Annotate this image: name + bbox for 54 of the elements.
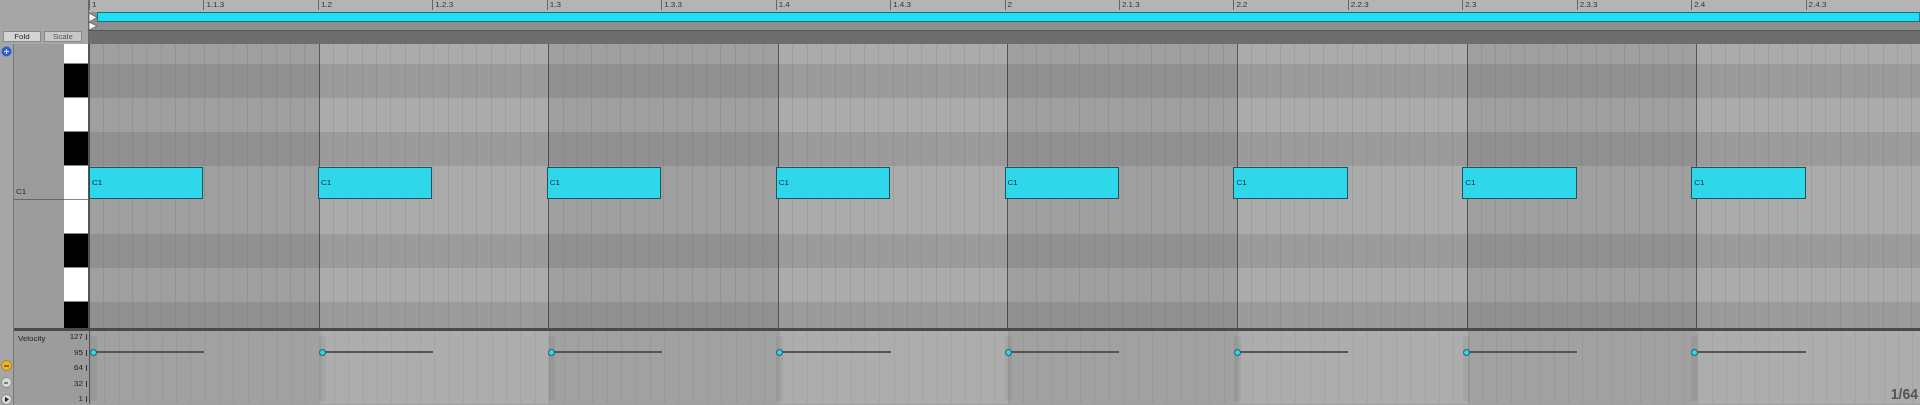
timeline-ruler[interactable]: 1 1.1.3 1.2 1.2.3 1.3 1.3.3 1.4 1.4.3 2 2.1.3 2.2 2.2.3 2.3 2.3.3 2.4 2.4.3 — [89, 0, 1920, 12]
velocity-scale-label: 32 — [74, 378, 86, 389]
midi-note[interactable]: C1 — [1462, 167, 1577, 199]
piano-key[interactable] — [64, 132, 88, 166]
ruler-label: 2.4 — [1691, 0, 1806, 10]
midi-note[interactable]: C1 — [775, 167, 891, 199]
ruler-label: 2.3 — [1462, 0, 1577, 10]
note-grid[interactable]: C1 C1 C1 C1 C1 C1 C1 C1 — [89, 44, 1920, 328]
piano-key[interactable] — [64, 234, 88, 268]
midi-note[interactable]: C1 — [1233, 167, 1348, 199]
ruler-label: 2.1.3 — [1118, 0, 1234, 10]
ruler-label: 1.3.3 — [661, 0, 776, 10]
ruler-label: 1.1.3 — [203, 0, 318, 10]
velocity-handle[interactable] — [1005, 348, 1012, 356]
ruler-label: 2.2 — [1233, 0, 1348, 10]
grid-resolution-label: 1/64 — [1890, 386, 1918, 402]
piano-key[interactable] — [64, 98, 88, 132]
ruler-label: 1.4.3 — [890, 0, 1005, 10]
midi-note[interactable]: C1 — [1004, 167, 1119, 199]
midi-note[interactable]: C1 — [89, 167, 204, 199]
velocity-scale-label: 127 — [69, 332, 86, 342]
velocity-handle[interactable] — [776, 348, 784, 356]
ruler-label: 2 — [1004, 0, 1119, 10]
piano-key[interactable] — [64, 268, 88, 302]
velocity-handle[interactable] — [318, 348, 326, 356]
midi-note[interactable]: C1 — [317, 167, 433, 199]
ruler-label: 2.2.3 — [1347, 0, 1463, 10]
plus-icon[interactable] — [1, 46, 12, 57]
velocity-handle[interactable] — [90, 348, 97, 356]
velocity-scale-label: 95 — [74, 347, 86, 358]
note-name-label: C1 — [15, 187, 27, 198]
ruler-label: 2.3.3 — [1576, 0, 1692, 10]
play-icon[interactable] — [1, 394, 12, 405]
ruler-label: 1.2 — [317, 0, 433, 10]
velocity-scale-label: 1 — [78, 394, 86, 404]
velocity-handle[interactable] — [547, 348, 555, 356]
ruler-label: 2.4.3 — [1805, 0, 1920, 10]
velocity-label: Velocity — [17, 333, 46, 345]
velocity-handle[interactable] — [1233, 348, 1241, 356]
toolbar-button[interactable]: Fold — [3, 31, 41, 42]
ruler-label: 1 — [89, 0, 204, 10]
velocity-handle[interactable] — [1691, 348, 1699, 356]
midi-note[interactable]: C1 — [546, 167, 662, 199]
loop-bar[interactable] — [97, 12, 1920, 22]
midi-note[interactable]: C1 — [1691, 167, 1806, 199]
end-marker-icon[interactable] — [89, 22, 97, 30]
ruler-label: 1.4 — [775, 0, 891, 10]
ruler-label: 1.2.3 — [432, 0, 547, 10]
piano-key[interactable] — [64, 64, 88, 98]
ruler-label: 1.3 — [546, 0, 662, 10]
velocity-scale-label: 64 — [74, 363, 86, 373]
piano-key[interactable] — [64, 200, 88, 234]
piano-key[interactable] — [64, 166, 88, 200]
velocity-handle[interactable] — [1462, 348, 1470, 356]
